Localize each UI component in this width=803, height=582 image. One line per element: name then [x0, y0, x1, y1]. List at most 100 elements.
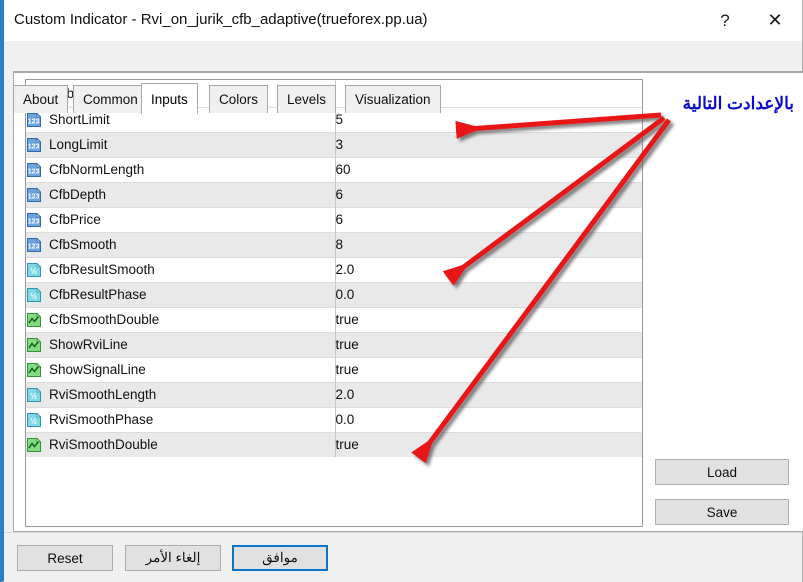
table-row[interactable]: 123 CfbNormLength 60: [26, 156, 642, 182]
variable-name: ShowRviLine: [49, 337, 128, 352]
value-text: 0.0: [335, 287, 355, 302]
dialog-window: Custom Indicator - Rvi_on_jurik_cfb_adap…: [0, 0, 803, 582]
value-cell[interactable]: 0.0: [335, 281, 642, 307]
variable-name: CfbPrice: [49, 212, 101, 227]
cancel-button[interactable]: إلغاء الأمر: [125, 545, 221, 571]
value-cell[interactable]: 0.0: [335, 406, 642, 432]
value-text: true: [335, 337, 359, 352]
variable-cell[interactable]: ½ CfbResultPhase: [26, 281, 336, 307]
variable-cell[interactable]: ShowSignalLine: [26, 356, 336, 382]
value-cell[interactable]: 3: [335, 131, 642, 157]
inputs-table: Variable Value 123ShortLimit5123LongLimi…: [26, 80, 642, 457]
table-row[interactable]: 123 CfbPrice 6: [26, 206, 642, 232]
value-cell[interactable]: 2.0: [335, 381, 642, 407]
boolean-icon: [27, 312, 42, 327]
close-icon[interactable]: ✕: [752, 0, 798, 41]
variable-cell[interactable]: ½ CfbResultSmooth: [26, 256, 336, 282]
tab-common[interactable]: Common: [73, 85, 148, 113]
table-row[interactable]: ShowSignalLine true: [26, 356, 642, 382]
value-text: 0.0: [335, 412, 355, 427]
value-text: 60: [335, 162, 351, 177]
value-cell[interactable]: 2.0: [335, 256, 642, 282]
table-row[interactable]: 123 LongLimit 3: [26, 131, 642, 157]
value-text: 5: [335, 112, 344, 127]
help-icon[interactable]: ?: [702, 0, 748, 41]
double-icon: ½: [27, 412, 42, 427]
tab-visualization[interactable]: Visualization: [345, 85, 441, 113]
table-row[interactable]: 123 CfbDepth 6: [26, 181, 642, 207]
table-row[interactable]: RviSmoothDouble true: [26, 431, 642, 457]
svg-text:123: 123: [28, 143, 40, 150]
variable-name: CfbSmooth: [49, 237, 117, 252]
value-cell[interactable]: 6: [335, 181, 642, 207]
table-row[interactable]: ½ RviSmoothLength 2.0: [26, 381, 642, 407]
value-text: true: [335, 362, 359, 377]
svg-text:123: 123: [28, 243, 40, 250]
tab-about[interactable]: About: [13, 85, 69, 113]
value-cell[interactable]: 8: [335, 231, 642, 257]
load-button[interactable]: Load: [655, 459, 789, 485]
value-cell[interactable]: 6: [335, 206, 642, 232]
variable-cell[interactable]: 123 CfbPrice: [26, 206, 336, 232]
variable-name: ShowSignalLine: [49, 362, 146, 377]
value-cell[interactable]: true: [335, 356, 642, 382]
variable-cell[interactable]: ½ RviSmoothPhase: [26, 406, 336, 432]
table-row[interactable]: ½ CfbResultPhase 0.0: [26, 281, 642, 307]
variable-name: LongLimit: [49, 137, 108, 152]
boolean-icon: [27, 437, 42, 452]
window-title: Custom Indicator - Rvi_on_jurik_cfb_adap…: [14, 11, 428, 28]
boolean-icon: [27, 337, 42, 352]
reset-button[interactable]: Reset: [17, 545, 113, 571]
variable-cell[interactable]: 123 CfbDepth: [26, 181, 336, 207]
variable-cell[interactable]: ShowRviLine: [26, 331, 336, 357]
svg-text:½: ½: [30, 291, 37, 300]
integer-icon: 123: [27, 112, 42, 127]
value-text: 6: [335, 212, 344, 227]
table-row[interactable]: ½ CfbResultSmooth 2.0: [26, 256, 642, 282]
value-text: 2.0: [335, 387, 355, 402]
svg-text:123: 123: [28, 218, 40, 225]
double-icon: ½: [27, 262, 42, 277]
svg-text:123: 123: [28, 168, 40, 175]
tab-bar: About Common Inputs Colors Levels Visualizati…: [4, 41, 802, 114]
value-cell[interactable]: true: [335, 331, 642, 357]
value-text: 3: [335, 137, 344, 152]
value-cell[interactable]: true: [335, 431, 642, 457]
variable-cell[interactable]: 123 CfbSmooth: [26, 231, 336, 257]
value-text: 6: [335, 187, 344, 202]
tab-inputs[interactable]: Inputs: [141, 83, 198, 114]
variable-name: CfbResultSmooth: [49, 262, 155, 277]
variable-cell[interactable]: 123 CfbNormLength: [26, 156, 336, 182]
variable-name: RviSmoothPhase: [49, 412, 154, 427]
ok-button[interactable]: موافق: [232, 545, 328, 571]
tab-colors[interactable]: Colors: [209, 85, 269, 113]
svg-text:½: ½: [30, 416, 37, 425]
svg-text:½: ½: [30, 391, 37, 400]
value-text: 2.0: [335, 262, 355, 277]
table-row[interactable]: 123 CfbSmooth 8: [26, 231, 642, 257]
integer-icon: 123: [27, 162, 42, 177]
tab-levels[interactable]: Levels: [277, 85, 337, 113]
variable-cell[interactable]: RviSmoothDouble: [26, 431, 336, 457]
svg-text:123: 123: [28, 118, 40, 125]
inputs-table-container[interactable]: Variable Value 123ShortLimit5123LongLimi…: [25, 79, 643, 527]
value-text: 8: [335, 237, 344, 252]
variable-cell[interactable]: 123 LongLimit: [26, 131, 336, 157]
variable-cell[interactable]: ½ RviSmoothLength: [26, 381, 336, 407]
table-row[interactable]: ½ RviSmoothPhase 0.0: [26, 406, 642, 432]
variable-name: CfbNormLength: [49, 162, 145, 177]
table-row[interactable]: CfbSmoothDouble true: [26, 306, 642, 332]
variable-cell[interactable]: CfbSmoothDouble: [26, 306, 336, 332]
table-row[interactable]: ShowRviLine true: [26, 331, 642, 357]
double-icon: ½: [27, 387, 42, 402]
value-cell[interactable]: true: [335, 306, 642, 332]
value-cell[interactable]: 60: [335, 156, 642, 182]
tab-label: Common: [83, 92, 138, 107]
save-button[interactable]: Save: [655, 499, 789, 525]
variable-name: CfbSmoothDouble: [49, 312, 160, 327]
tab-label: Inputs: [151, 91, 188, 107]
double-icon: ½: [27, 287, 42, 302]
variable-name: RviSmoothLength: [49, 387, 157, 402]
value-text: true: [335, 437, 359, 453]
variable-name: CfbResultPhase: [49, 287, 147, 302]
